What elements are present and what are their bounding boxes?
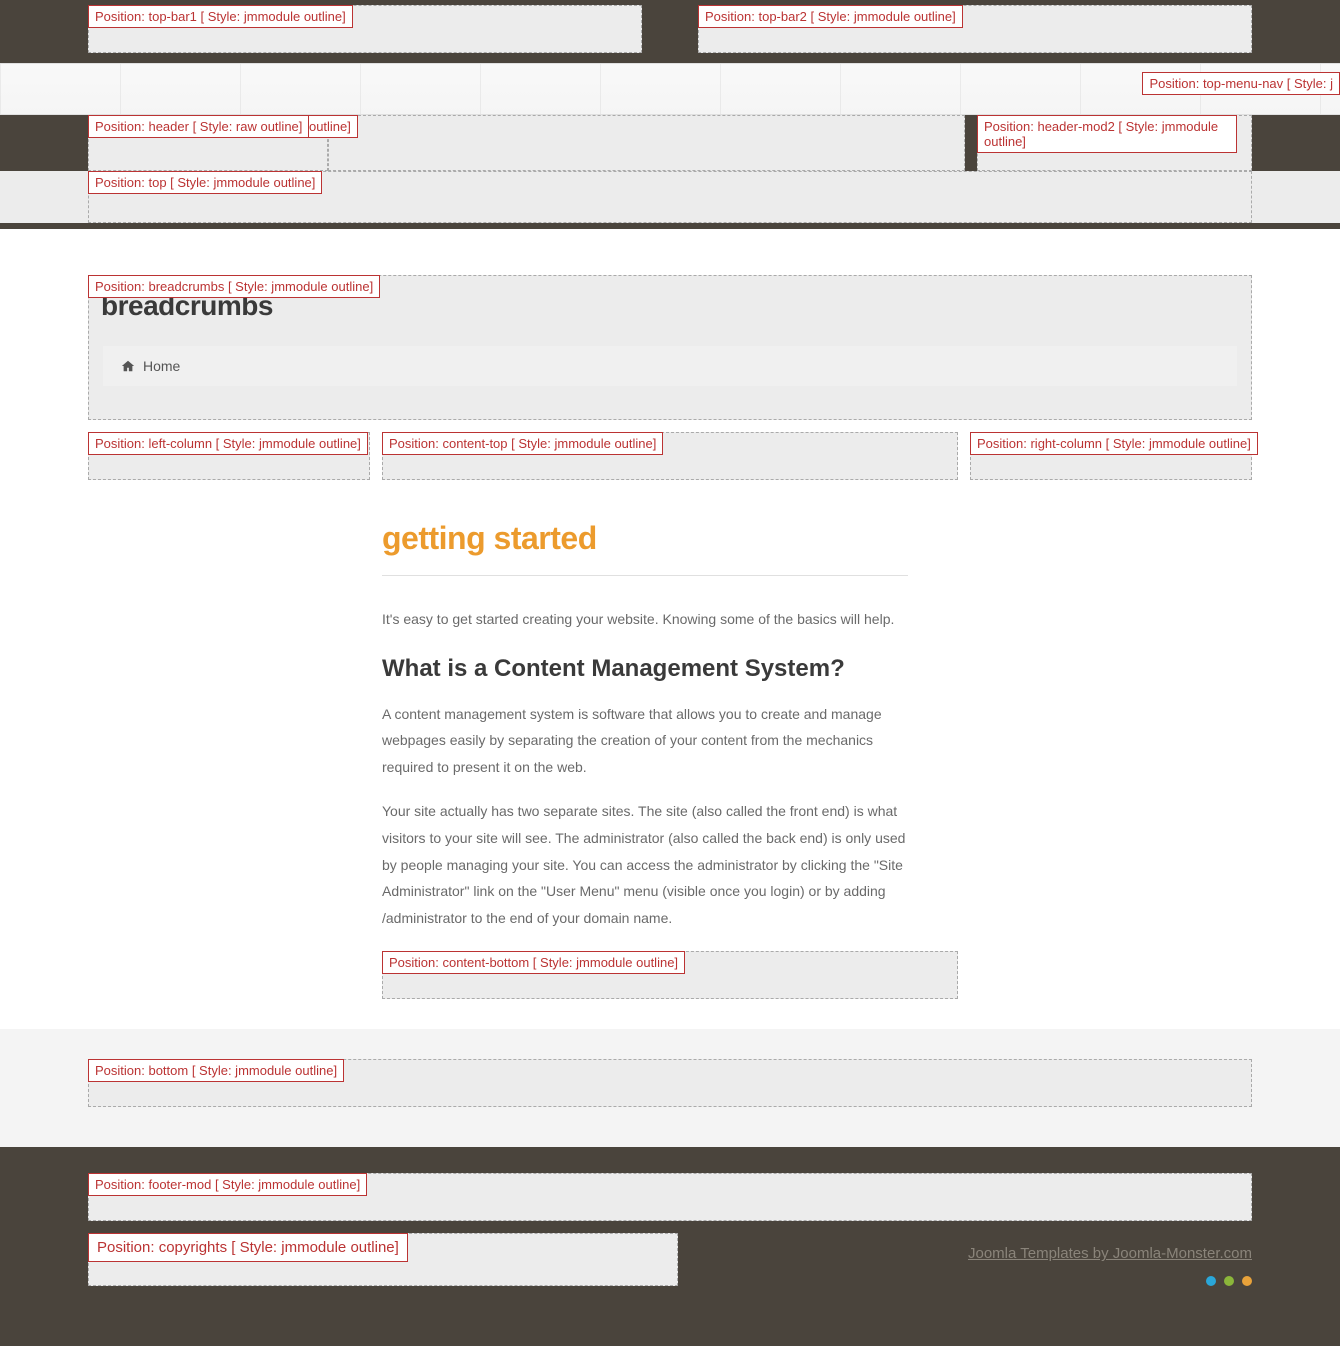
position-label: Position: top [ Style: jmmodule outline] <box>88 171 322 194</box>
article-intro: It's easy to get started creating your w… <box>382 606 908 633</box>
content-band: Position: left-column [ Style: jmmodule … <box>0 432 1340 1029</box>
breadcrumb-bar: Home <box>103 346 1237 386</box>
position-label: Position: footer-mod [ Style: jmmodule o… <box>88 1173 367 1196</box>
position-label: Position: breadcrumbs [ Style: jmmodule … <box>88 275 380 298</box>
position-top-menu-nav: Position: top-menu-nav [ Style: j <box>1142 72 1340 95</box>
position-top-bar2: Position: top-bar2 [ Style: jmmodule out… <box>698 5 1252 53</box>
home-icon <box>121 359 135 373</box>
footer-right: Joomla Templates by Joomla-Monster.com <box>690 1233 1252 1286</box>
position-label: Position: top-bar1 [ Style: jmmodule out… <box>88 5 353 28</box>
article-paragraph: Your site actually has two separate site… <box>382 798 908 931</box>
position-footer-mod: Position: footer-mod [ Style: jmmodule o… <box>88 1173 1252 1221</box>
position-label: Position: left-column [ Style: jmmodule … <box>88 432 368 455</box>
divider <box>0 223 1340 229</box>
footer-band: Position: footer-mod [ Style: jmmodule o… <box>0 1147 1340 1346</box>
article-heading: What is a Content Management System? <box>382 655 908 683</box>
position-label: Position: header [ Style: raw outline] <box>88 115 309 138</box>
spacer <box>654 5 686 53</box>
breadcrumb-home-link[interactable]: Home <box>143 358 180 374</box>
main-column: Position: content-top [ Style: jmmodule … <box>382 432 958 999</box>
position-top-bar1: Position: top-bar1 [ Style: jmmodule out… <box>88 5 642 53</box>
breadcrumb-band: Position: breadcrumbs [ Style: jmmodule … <box>0 275 1340 420</box>
position-copyrights: Position: copyrights [ Style: jmmodule o… <box>88 1233 678 1286</box>
position-label: Position: content-bottom [ Style: jmmodu… <box>382 951 685 974</box>
left-column: Position: left-column [ Style: jmmodule … <box>88 432 370 999</box>
position-label: Position: content-top [ Style: jmmodule … <box>382 432 663 455</box>
right-column: Position: right-column [ Style: jmmodule… <box>970 432 1252 999</box>
position-top: Position: top [ Style: jmmodule outline] <box>88 171 1252 223</box>
color-dot-blue[interactable] <box>1206 1276 1216 1286</box>
position-label: Position: header-mod2 [ Style: jmmodule … <box>977 115 1237 153</box>
position-label: Position: bottom [ Style: jmmodule outli… <box>88 1059 344 1082</box>
position-breadcrumbs: Position: breadcrumbs [ Style: jmmodule … <box>88 275 1252 420</box>
color-switcher <box>1206 1276 1252 1286</box>
position-content-top: Position: content-top [ Style: jmmodule … <box>382 432 958 480</box>
bottom-band: Position: bottom [ Style: jmmodule outli… <box>0 1029 1340 1147</box>
position-label: Position: copyrights [ Style: jmmodule o… <box>88 1233 408 1262</box>
article-title: getting started <box>382 520 908 557</box>
footer-credit-link[interactable]: Joomla Templates by Joomla-Monster.com <box>968 1245 1252 1262</box>
divider <box>382 575 908 576</box>
top-menu-band: Position: top-menu-nav [ Style: j <box>0 63 1340 115</box>
article-paragraph: A content management system is software … <box>382 701 908 781</box>
color-dot-green[interactable] <box>1224 1276 1234 1286</box>
top-bar-band: Position: top-bar1 [ Style: jmmodule out… <box>0 0 1340 63</box>
position-right-column: Position: right-column [ Style: jmmodule… <box>970 432 1252 480</box>
position-label: Position: right-column [ Style: jmmodule… <box>970 432 1258 455</box>
position-label: Position: top-bar2 [ Style: jmmodule out… <box>698 5 963 28</box>
position-left-column: Position: left-column [ Style: jmmodule … <box>88 432 370 480</box>
position-header: Position: header [ Style: raw outline] <box>88 115 328 171</box>
position-bottom: Position: bottom [ Style: jmmodule outli… <box>88 1059 1252 1107</box>
article: getting started It's easy to get started… <box>382 520 958 931</box>
top-position-band: Position: top [ Style: jmmodule outline] <box>0 171 1340 223</box>
header-band: Position: header [ Style: raw outline] u… <box>0 115 1340 171</box>
position-content-bottom: Position: content-bottom [ Style: jmmodu… <box>382 951 958 999</box>
position-header-mod1: ule outline] <box>328 115 965 171</box>
position-header-mod2: Position: header-mod2 [ Style: jmmodule … <box>977 115 1252 171</box>
color-dot-orange[interactable] <box>1242 1276 1252 1286</box>
